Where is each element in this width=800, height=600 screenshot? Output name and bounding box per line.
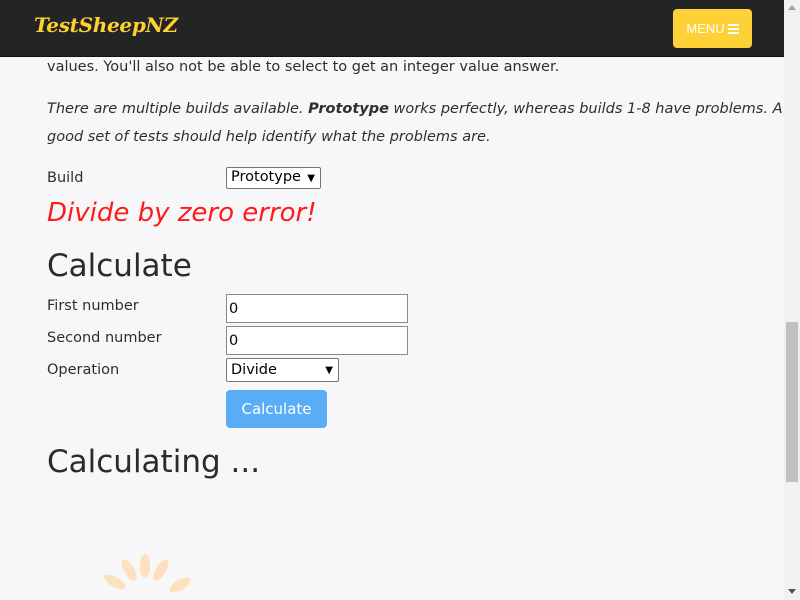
error-message: Divide by zero error! bbox=[47, 198, 317, 228]
spinner-petal bbox=[121, 559, 137, 581]
second-number-label: Second number bbox=[47, 330, 162, 346]
build-select[interactable]: Prototype ▼ bbox=[226, 167, 321, 189]
intro-builds-post: works perfectly, whereas builds 1-8 have… bbox=[388, 101, 783, 117]
build-select-value: Prototype bbox=[231, 169, 301, 185]
calculating-heading: Calculating ... bbox=[47, 444, 261, 480]
brand-logo[interactable]: TestSheepNZ bbox=[34, 13, 178, 37]
scroll-down-arrow-icon[interactable] bbox=[788, 589, 796, 594]
intro-tests-text: good set of tests should help identify w… bbox=[47, 129, 491, 145]
operation-label: Operation bbox=[47, 362, 120, 378]
loading-spinner-icon bbox=[104, 554, 191, 593]
scroll-up-arrow-icon[interactable] bbox=[788, 5, 796, 10]
calculate-heading: Calculate bbox=[47, 248, 192, 284]
vertical-scrollbar[interactable] bbox=[784, 0, 800, 600]
first-number-input[interactable]: 0 bbox=[226, 294, 408, 323]
intro-text-line: values. You'll also not be able to selec… bbox=[47, 59, 560, 75]
prototype-emphasis: Prototype bbox=[308, 101, 389, 117]
dropdown-arrow-icon: ▼ bbox=[325, 365, 333, 376]
operation-select-value: Divide bbox=[231, 362, 277, 378]
scrollbar-thumb[interactable] bbox=[786, 322, 798, 482]
operation-select[interactable]: Divide ▼ bbox=[226, 358, 339, 382]
menu-button[interactable]: MENU bbox=[673, 9, 752, 48]
top-navbar: TestSheepNZ MENU bbox=[0, 0, 784, 57]
spinner-petal bbox=[140, 554, 150, 578]
hamburger-icon bbox=[727, 24, 739, 34]
second-number-input[interactable]: 0 bbox=[226, 326, 408, 355]
first-number-label: First number bbox=[47, 298, 139, 314]
intro-builds-pre: There are multiple builds available. bbox=[47, 101, 309, 117]
spinner-petal bbox=[169, 577, 191, 593]
build-label: Build bbox=[47, 170, 84, 186]
spinner-petal bbox=[104, 574, 126, 590]
calculate-button[interactable]: Calculate bbox=[226, 390, 327, 428]
menu-label: MENU bbox=[686, 21, 725, 36]
intro-builds-text: There are multiple builds available. Pro… bbox=[47, 95, 783, 123]
spinner-petal bbox=[153, 559, 169, 581]
dropdown-arrow-icon: ▼ bbox=[307, 173, 315, 184]
